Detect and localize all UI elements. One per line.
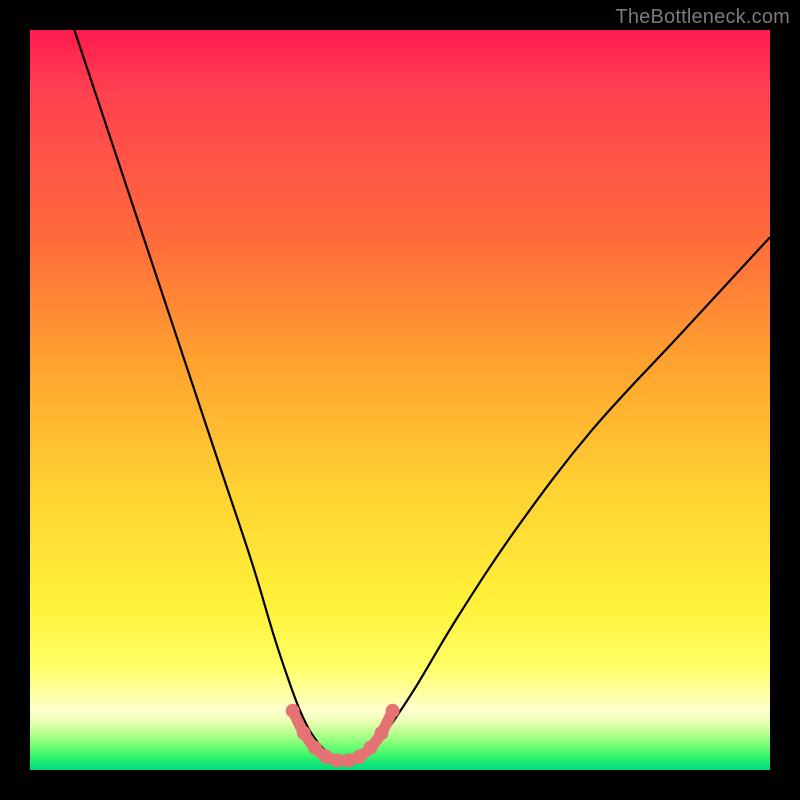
- highlight-marker: [308, 741, 322, 755]
- highlight-marker: [386, 704, 400, 718]
- highlight-marker: [375, 726, 389, 740]
- watermark-text: TheBottleneck.com: [615, 6, 790, 29]
- chart-frame: TheBottleneck.com: [0, 0, 800, 800]
- highlight-marker: [363, 741, 377, 755]
- bottleneck-curve: [74, 30, 770, 762]
- chart-svg: [30, 30, 770, 770]
- plot-area: [30, 30, 770, 770]
- bottom-highlight-dots: [286, 704, 400, 768]
- highlight-marker: [352, 750, 366, 764]
- highlight-marker: [286, 704, 300, 718]
- highlight-marker: [297, 726, 311, 740]
